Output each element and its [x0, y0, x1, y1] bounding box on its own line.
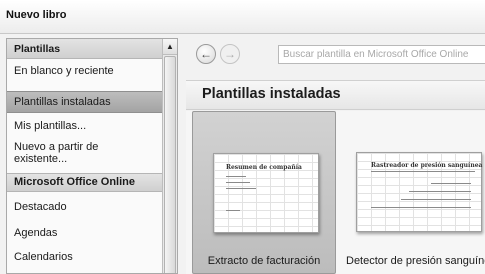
- scroll-thumb[interactable]: [164, 56, 176, 273]
- window-title: Nuevo libro: [6, 9, 67, 21]
- sidebar-item-my-templates[interactable]: Mis plantillas...: [7, 120, 163, 138]
- template-gallery: Resumen de compañía Extracto de facturac…: [186, 111, 485, 274]
- back-arrow-icon[interactable]: ←: [196, 44, 216, 64]
- page-title: Plantillas instaladas: [202, 86, 341, 102]
- forward-arrow-icon[interactable]: →: [220, 44, 240, 64]
- sidebar-section-label: Microsoft Office Online: [14, 176, 136, 188]
- sidebar-item-label: Agendas: [14, 227, 58, 239]
- thumbnail-heading: Resumen de compañía: [226, 164, 302, 171]
- template-search-input[interactable]: Buscar plantilla en Microsoft Office Onl…: [278, 45, 485, 64]
- sidebar-item-agendas[interactable]: Agendas: [7, 227, 163, 245]
- template-thumbnail: Rastreador de presión sanguínea: [356, 152, 482, 232]
- sidebar-section-office-online: Microsoft Office Online: [7, 173, 163, 192]
- sidebar-header-label: Plantillas: [14, 43, 61, 55]
- scroll-up-icon[interactable]: ▲: [163, 39, 177, 55]
- templates-sidebar: Plantillas En blanco y reciente Plantill…: [6, 38, 178, 274]
- templates-main-panel: ← → Buscar plantilla en Microsoft Office…: [186, 38, 485, 274]
- sidebar-item-label: Calendarios: [14, 251, 73, 263]
- sidebar-item-label: Destacado: [14, 201, 67, 213]
- sidebar-header: Plantillas: [7, 39, 163, 59]
- sidebar-item-label: En blanco y reciente: [14, 65, 114, 77]
- sidebar-item-label: Mis plantillas...: [14, 120, 87, 132]
- template-thumbnail: Resumen de compañía: [213, 153, 319, 233]
- template-card-billing-statement[interactable]: Resumen de compañía Extracto de facturac…: [192, 111, 336, 274]
- thumbnail-heading: Rastreador de presión sanguínea: [371, 162, 483, 169]
- template-label: Extracto de facturación: [207, 255, 321, 267]
- sidebar-scrollbar[interactable]: ▲: [162, 39, 177, 273]
- sidebar-item-installed-templates[interactable]: Plantillas instaladas: [7, 91, 163, 113]
- sidebar-item-label: Nuevo a partir de existente...: [14, 141, 99, 165]
- navigation-bar: ← → Buscar plantilla en Microsoft Office…: [186, 38, 485, 70]
- sidebar-item-featured[interactable]: Destacado: [7, 201, 163, 219]
- template-label: Detector de presión sanguínea: [346, 255, 485, 267]
- section-title-bar: Plantillas instaladas: [186, 80, 485, 110]
- template-card-blood-pressure[interactable]: Rastreador de presión sanguínea Detector…: [346, 111, 485, 274]
- sidebar-item-new-from-existing[interactable]: Nuevo a partir de existente...: [7, 141, 163, 171]
- sidebar-item-label: Plantillas instaladas: [14, 96, 111, 108]
- sidebar-item-blank-recent[interactable]: En blanco y reciente: [7, 65, 163, 85]
- sidebar-item-calendars[interactable]: Calendarios: [7, 251, 163, 269]
- title-bar: Nuevo libro: [0, 0, 485, 34]
